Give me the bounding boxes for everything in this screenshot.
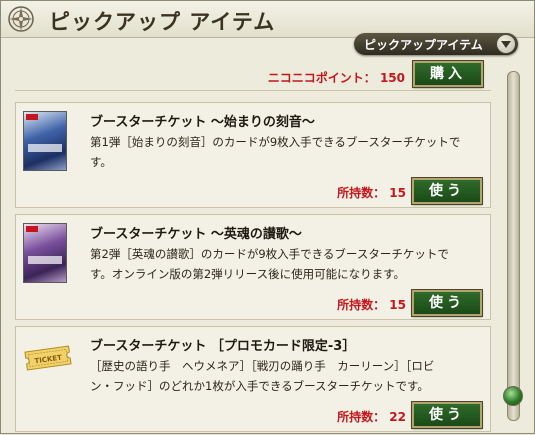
page-title: ピックアップ アイテム bbox=[49, 10, 276, 34]
item-description-line: 第2弾［英魂の讃歌］のカードが9枚入手できるブースターチケットで bbox=[90, 247, 449, 261]
scrollbar-thumb[interactable] bbox=[503, 386, 523, 406]
pickup-items-panel: ピックアップ アイテム ピックアップアイテム ニコニコポイント： 150 購入 … bbox=[0, 0, 535, 434]
owned-count: 所持数： 15 bbox=[337, 298, 406, 312]
booster-ticket-2-image bbox=[23, 223, 67, 283]
item-description-line: 第1弾［始まりの刻音］のカードが9枚入手できるブースターチケットで bbox=[90, 135, 461, 149]
card-band-icon bbox=[28, 256, 62, 264]
item-description-line: ン・フッド］のどれか1枚が入手できるブースターチケットです。 bbox=[90, 379, 429, 393]
item-title: ブースターチケット ～始まりの刻音～ bbox=[90, 115, 315, 130]
item-description-line: す。 bbox=[90, 155, 112, 169]
item-title: ブースターチケット ～英魂の讃歌～ bbox=[90, 227, 302, 242]
ticket-icon: TICKET bbox=[24, 345, 72, 371]
dropdown-selected-label: ピックアップアイテム bbox=[364, 38, 483, 52]
scrollbar-track[interactable] bbox=[507, 71, 520, 421]
purchase-button[interactable]: 購入 bbox=[413, 61, 483, 87]
item-category-dropdown[interactable]: ピックアップアイテム bbox=[354, 33, 518, 55]
list-item: ブースターチケット ～英魂の讃歌～ 第2弾［英魂の讃歌］のカードが9枚入手できる… bbox=[15, 214, 491, 320]
owned-count: 所持数： 15 bbox=[337, 186, 406, 200]
use-button[interactable]: 使う bbox=[412, 290, 482, 316]
niconico-points-balance: ニコニコポイント： 150 bbox=[267, 71, 405, 85]
card-band-icon bbox=[28, 144, 62, 152]
item-description: ［歴史の語り手 ヘウメネア］［戦刃の踊り手 カーリーン］［ロビ ン・フッド］のど… bbox=[90, 356, 482, 396]
use-button[interactable]: 使う bbox=[412, 402, 482, 428]
use-button[interactable]: 使う bbox=[412, 178, 482, 204]
item-description-line: ［歴史の語り手 ヘウメネア］［戦刃の踊り手 カーリーン］［ロビ bbox=[90, 359, 435, 373]
compass-emblem-icon bbox=[8, 6, 34, 32]
item-title: ブースターチケット ［プロモカード限定-3］ bbox=[90, 339, 356, 354]
list-item: ブースターチケット ～始まりの刻音～ 第1弾［始まりの刻音］のカードが9枚入手で… bbox=[15, 102, 491, 208]
card-logo-icon bbox=[26, 114, 38, 120]
card-logo-icon bbox=[26, 226, 38, 232]
item-description-line: す。オンライン版の第2弾リリース後に使用可能になります。 bbox=[90, 267, 405, 281]
item-list: ニコニコポイント： 150 購入 ブースターチケット ～始まりの刻音～ 第1弾［… bbox=[15, 58, 491, 435]
chevron-down-icon[interactable] bbox=[496, 34, 516, 54]
item-description: 第1弾［始まりの刻音］のカードが9枚入手できるブースターチケットで す。 bbox=[90, 132, 482, 172]
booster-ticket-1-image bbox=[23, 111, 67, 171]
points-row: ニコニコポイント： 150 購入 bbox=[15, 58, 491, 91]
owned-count: 所持数： 22 bbox=[337, 410, 406, 424]
item-description: 第2弾［英魂の讃歌］のカードが9枚入手できるブースターチケットで す。オンライン… bbox=[90, 244, 482, 284]
list-item: TICKET ブースターチケット ［プロモカード限定-3］ ［歴史の語り手 ヘウ… bbox=[15, 326, 491, 432]
